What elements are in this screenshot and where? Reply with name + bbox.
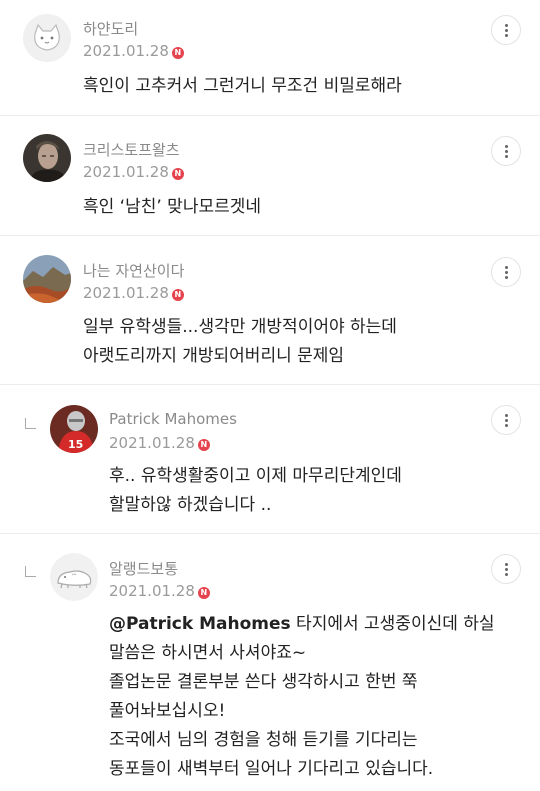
comment-line: 졸업논문 결론부분 쓴다 생각하시고 한번 쭉 <box>109 672 418 692</box>
comment-author[interactable]: 하얀도리 <box>83 18 138 39</box>
date-text: 2021.01.28 <box>83 284 169 302</box>
comment-item: 크리스토프왈츠 2021.01.28 N 흑인 ‘남친’ 맞나모르겟네 <box>0 116 540 236</box>
comment-line: @Patrick Mahomes 타지에서 고생중이신데 하실 <box>109 610 495 639</box>
comment-date: 2021.01.28 N <box>109 434 210 452</box>
comment-item: 하얀도리 2021.01.28 N 흑인이 고추커서 그런거니 무조건 비밀로해라 <box>0 0 540 116</box>
comment-line: 조국에서 님의 경험을 청해 듣기를 기다리는 <box>109 730 418 750</box>
more-vertical-icon[interactable] <box>491 15 521 45</box>
comment-author[interactable]: 알랭드보통 <box>109 558 178 579</box>
comment-date: 2021.01.28 N <box>83 163 184 181</box>
comment-line: 흑인 ‘남친’ 맞나모르겟네 <box>83 197 262 217</box>
svg-text:15: 15 <box>68 438 83 451</box>
reply-arrow-icon <box>25 418 36 429</box>
comment-line: 풀어놔보십시오! <box>109 701 226 721</box>
comment-text: 일부 유학생들...생각만 개방적이어야 하는데 아랫도리까지 개방되어버리니 … <box>83 313 397 371</box>
comment-date: 2021.01.28 N <box>83 284 184 302</box>
new-badge: N <box>171 168 184 180</box>
cat-avatar-icon[interactable] <box>23 14 71 62</box>
reply-item: 알랭드보통 2021.01.28 N @Patrick Mahomes 타지에서 … <box>0 534 540 791</box>
comment-author[interactable]: 크리스토프왈츠 <box>83 139 180 160</box>
comment-line-rest: 타지에서 고생중이신데 하실 <box>290 614 495 634</box>
comment-line: 흑인이 고추커서 그런거니 무조건 비밀로해라 <box>83 76 402 96</box>
date-text: 2021.01.28 <box>109 582 195 600</box>
comment-line: 후.. 유학생활중이고 이제 마무리단계인데 <box>109 466 402 486</box>
date-text: 2021.01.28 <box>109 434 195 452</box>
user-mention-link[interactable]: @Patrick Mahomes <box>109 614 291 634</box>
comment-date: 2021.01.28 N <box>109 582 210 600</box>
comment-author[interactable]: 나는 자연산이다 <box>83 260 184 281</box>
comment-text: 흑인 ‘남친’ 맞나모르겟네 <box>83 193 261 222</box>
comment-line: 동포들이 새벽부터 일어나 기다리고 있습니다. <box>109 759 434 779</box>
date-text: 2021.01.28 <box>83 42 169 60</box>
more-vertical-icon[interactable] <box>491 405 521 435</box>
comment-line: 할말하않 하겠습니다 .. <box>109 495 272 515</box>
animal-avatar-icon[interactable] <box>50 553 98 601</box>
more-vertical-icon[interactable] <box>491 257 521 287</box>
new-badge: N <box>197 439 210 451</box>
new-badge: N <box>171 47 184 59</box>
new-badge: N <box>171 289 184 301</box>
new-badge: N <box>197 587 210 599</box>
comment-line: 아랫도리까지 개방되어버리니 문제임 <box>83 346 345 366</box>
comment-text: 흑인이 고추커서 그런거니 무조건 비밀로해라 <box>83 72 402 101</box>
date-text: 2021.01.28 <box>83 163 169 181</box>
more-vertical-icon[interactable] <box>491 554 521 584</box>
landscape-photo[interactable] <box>23 255 71 303</box>
reply-item: 15 Patrick Mahomes 2021.01.28 N 후.. 유학생활중… <box>0 385 540 534</box>
reply-arrow-icon <box>25 566 36 577</box>
football-player-photo[interactable]: 15 <box>50 405 98 453</box>
comment-author[interactable]: Patrick Mahomes <box>109 410 237 428</box>
comment-date: 2021.01.28 N <box>83 42 184 60</box>
portrait-photo[interactable] <box>23 134 71 182</box>
comment-text: @Patrick Mahomes 타지에서 고생중이신데 하실 말씀은 하시면서… <box>109 610 495 784</box>
more-vertical-icon[interactable] <box>491 136 521 166</box>
comment-item: 나는 자연산이다 2021.01.28 N 일부 유학생들...생각만 개방적이어… <box>0 236 540 385</box>
comment-line: 말씀은 하시면서 사셔야죠~ <box>109 643 307 663</box>
comment-text: 후.. 유학생활중이고 이제 마무리단계인데 할말하않 하겠습니다 .. <box>109 462 402 520</box>
comment-line: 일부 유학생들...생각만 개방적이어야 하는데 <box>83 317 397 337</box>
